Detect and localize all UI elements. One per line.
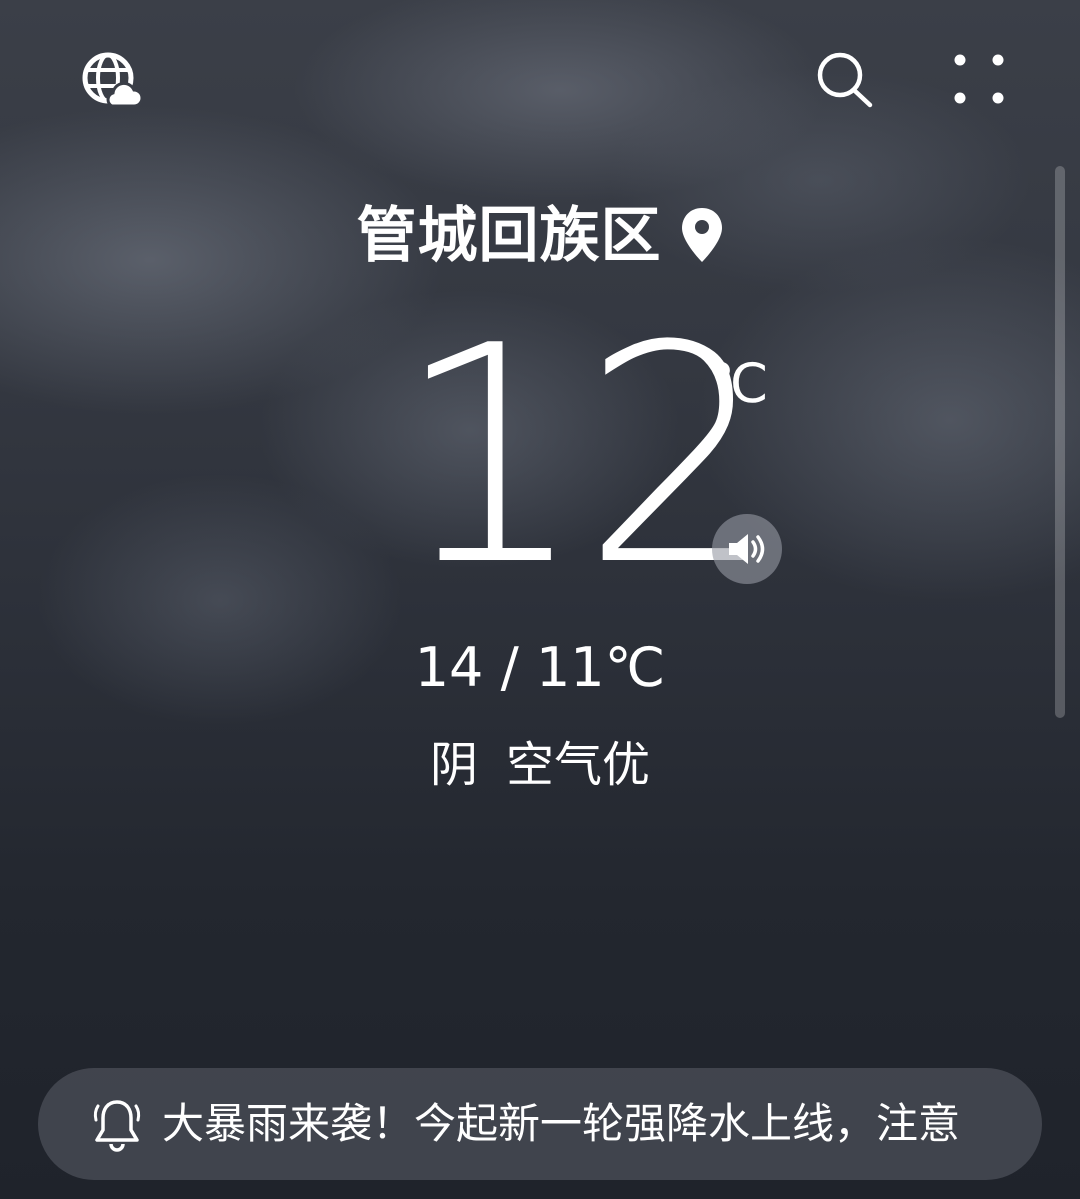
weather-screen: 管城回族区 12 ℃ 14 / 11℃ 阴空气优 大暴雨来袭！今起新一轮强降水上…: [0, 0, 1080, 1199]
speaker-button[interactable]: [712, 514, 782, 584]
location-header[interactable]: 管城回族区: [0, 196, 1080, 276]
temperature-unit: ℃: [708, 352, 769, 415]
search-icon[interactable]: [814, 50, 874, 110]
more-dots-icon[interactable]: [952, 52, 1008, 108]
speaker-icon: [729, 534, 765, 564]
air-quality-text: 空气优: [506, 737, 651, 793]
bell-alert-icon: [93, 1100, 141, 1152]
location-pin-icon: [681, 208, 722, 262]
current-temperature: 12: [395, 282, 773, 631]
weather-alert-banner[interactable]: 大暴雨来袭！今起新一轮强降水上线，注意: [38, 1068, 1042, 1180]
temperature-range: 14 / 11℃: [414, 636, 666, 699]
weather-condition: 阴空气优: [0, 735, 1080, 795]
alert-text: 大暴雨来袭！今起新一轮强降水上线，注意: [162, 1099, 961, 1148]
weather-text: 阴: [429, 737, 478, 793]
globe-cloud-icon[interactable]: [80, 50, 142, 110]
location-name: 管城回族区: [356, 201, 662, 271]
